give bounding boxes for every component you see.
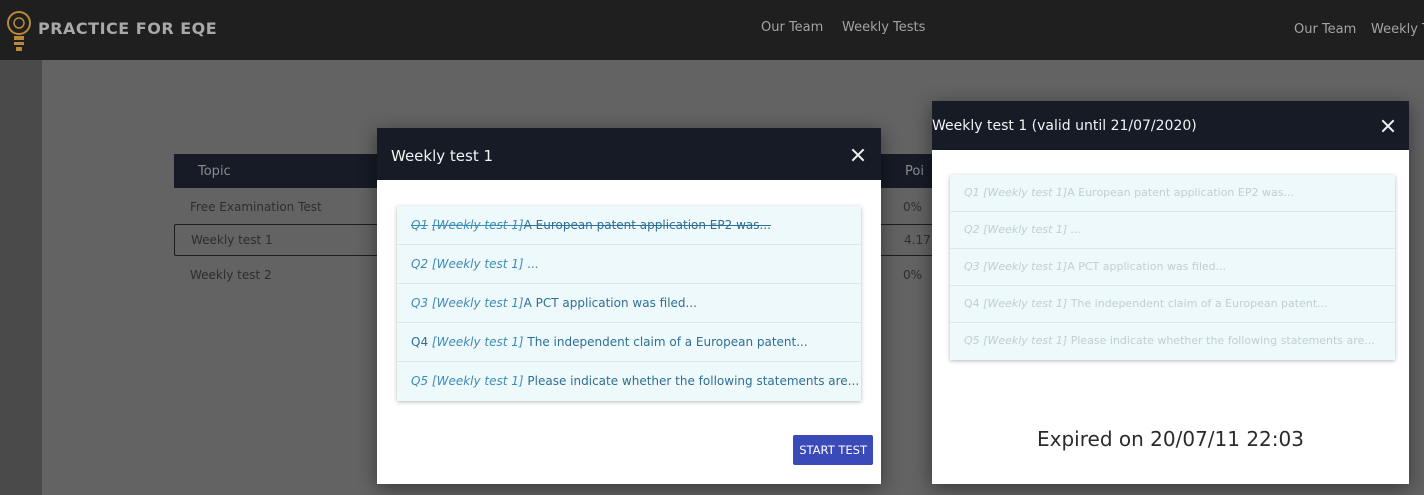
- question-text: A European patent application EP2 was...: [1067, 186, 1294, 199]
- question-list: Q1 [Weekly test 1]A European patent appl…: [397, 206, 861, 401]
- question-number: Q5: [964, 334, 980, 347]
- question-tag: [Weekly test 1]: [431, 374, 524, 388]
- modal-header: Weekly test 1 (valid until 21/07/2020): [932, 101, 1409, 150]
- question-text: The independent claim of a European pate…: [523, 335, 808, 349]
- question-item-q1: Q1 [Weekly test 1]A European patent appl…: [950, 175, 1395, 212]
- lightbulb-logo-icon[interactable]: [6, 10, 32, 54]
- expired-notice: Expired on 20/07/11 22:03: [1037, 427, 1304, 451]
- topic-cell: Weekly test 2: [190, 268, 272, 282]
- page-gutter: [5, 60, 43, 495]
- question-text: Please indicate whether the following st…: [1067, 334, 1375, 347]
- question-number: Q3: [964, 260, 980, 273]
- question-tag: [Weekly test 1]: [983, 223, 1068, 236]
- question-item-q2: Q2 [Weekly test 1] ...: [950, 212, 1395, 249]
- question-item-q3: Q3 [Weekly test 1]A PCT application was …: [950, 249, 1395, 286]
- question-item-q2[interactable]: Q2 [Weekly test 1] ...: [397, 245, 861, 284]
- question-number: Q1: [411, 218, 429, 232]
- question-tag: [Weekly test 1]: [431, 257, 524, 271]
- question-number: Q1: [964, 186, 980, 199]
- question-item-q4: Q4 [Weekly test 1] The independent claim…: [950, 286, 1395, 323]
- question-number: Q4: [964, 297, 980, 310]
- question-text: A PCT application was filed...: [523, 296, 697, 310]
- weekly-test-expired-modal: Weekly test 1 (valid until 21/07/2020) Q…: [932, 101, 1409, 484]
- top-navbar: PRACTICE FOR EQE Our Team Weekly Tests O…: [0, 0, 1424, 60]
- nav-link-weekly-tests-secondary[interactable]: Weekly T: [1371, 22, 1424, 37]
- modal-title: Weekly test 1 (valid until 21/07/2020): [932, 118, 1197, 134]
- question-tag: [Weekly test 1]: [983, 186, 1068, 199]
- question-text: Please indicate whether the following st…: [523, 374, 860, 388]
- question-text: A European patent application EP2 was...: [523, 218, 771, 232]
- nav-link-our-team[interactable]: Our Team: [761, 20, 823, 35]
- question-item-q5: Q5 [Weekly test 1] Please indicate wheth…: [950, 323, 1395, 360]
- question-tag: [Weekly test 1]: [983, 260, 1068, 273]
- question-item-q1[interactable]: Q1 [Weekly test 1]A European patent appl…: [397, 206, 861, 245]
- question-text: A PCT application was filed...: [1067, 260, 1227, 273]
- start-test-button[interactable]: START TEST: [793, 435, 873, 465]
- topic-column-header: Topic: [198, 164, 231, 179]
- points-cell: 4.17: [904, 233, 931, 247]
- question-tag: [Weekly test 1]: [983, 297, 1068, 310]
- topic-cell: Weekly test 1: [191, 233, 273, 247]
- points-column-header: Poi: [905, 164, 924, 179]
- question-list-disabled: Q1 [Weekly test 1]A European patent appl…: [950, 175, 1395, 360]
- question-item-q5[interactable]: Q5 [Weekly test 1] Please indicate wheth…: [397, 362, 861, 401]
- brand-name[interactable]: PRACTICE FOR EQE: [38, 19, 217, 38]
- close-icon[interactable]: [849, 146, 867, 164]
- question-number: Q2: [964, 223, 980, 236]
- question-tag: [Weekly test 1]: [983, 334, 1068, 347]
- question-text: The independent claim of a European pate…: [1067, 297, 1328, 310]
- modal-title: Weekly test 1: [391, 147, 494, 165]
- modal-header: Weekly test 1: [377, 128, 881, 180]
- question-item-q3[interactable]: Q3 [Weekly test 1]A PCT application was …: [397, 284, 861, 323]
- question-number: Q3: [411, 296, 429, 310]
- topic-cell: Free Examination Test: [190, 200, 322, 214]
- nav-link-our-team-secondary[interactable]: Our Team: [1294, 22, 1356, 37]
- nav-link-weekly-tests[interactable]: Weekly Tests: [842, 20, 925, 35]
- question-tag: [Weekly test 1]: [431, 335, 524, 349]
- question-item-q4[interactable]: Q4 [Weekly test 1] The independent claim…: [397, 323, 861, 362]
- question-tag: [Weekly test 1]: [431, 218, 524, 232]
- question-number: Q4: [411, 335, 429, 349]
- weekly-test-modal: Weekly test 1 Q1 [Weekly test 1]A Europe…: [377, 128, 881, 484]
- close-icon[interactable]: [1379, 117, 1397, 135]
- question-number: Q2: [411, 257, 429, 271]
- question-text: ...: [1070, 223, 1082, 236]
- question-number: Q5: [411, 374, 429, 388]
- question-text: ...: [527, 257, 539, 271]
- points-cell: 0%: [903, 200, 923, 214]
- question-tag: [Weekly test 1]: [431, 296, 524, 310]
- points-cell: 0%: [903, 268, 923, 282]
